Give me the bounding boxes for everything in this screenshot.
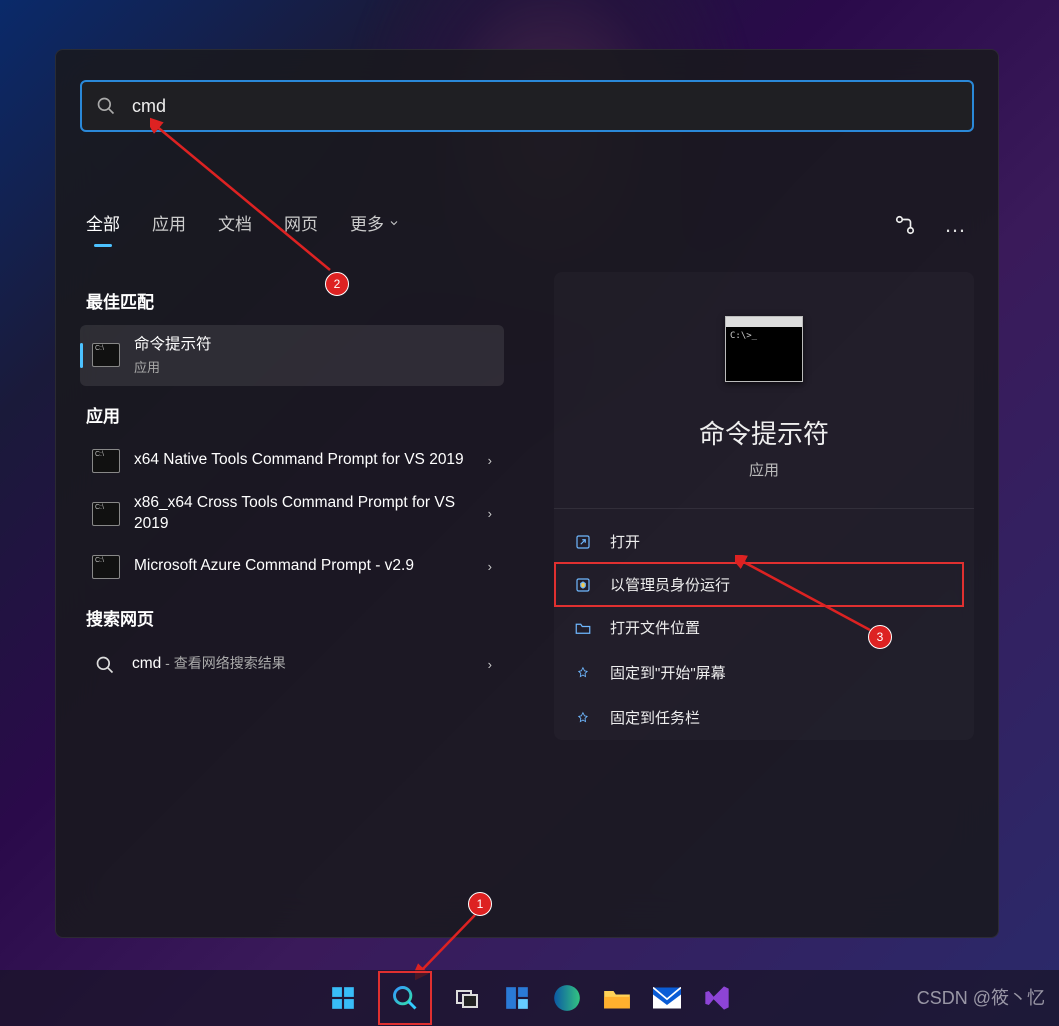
annotation-badge-2: 2 [325,272,349,296]
app-result[interactable]: Microsoft Azure Command Prompt - v2.9 › [80,545,504,589]
tab-web[interactable]: 网页 [284,210,318,235]
cmd-icon [92,555,120,579]
mail-button[interactable] [652,983,682,1013]
preview-card: 命令提示符 应用 打开 以管理员身份运行 打开文件位置 固定到"开始" [554,272,974,740]
watermark: CSDN @筱丶忆 [917,984,1045,1010]
action-pin-start[interactable]: 固定到"开始"屏幕 [554,650,974,695]
tab-docs[interactable]: 文档 [218,210,252,235]
open-icon [574,533,592,551]
preview-subtitle: 应用 [554,459,974,480]
action-label: 固定到"开始"屏幕 [610,662,726,683]
shield-icon [574,576,592,594]
cmd-large-icon [725,316,803,382]
action-pin-taskbar[interactable]: 固定到任务栏 [554,695,974,740]
search-panel: 全部 应用 文档 网页 更多 … 最佳匹配 命令提示符 应用 应用 [55,49,999,938]
chevron-right-icon: › [488,453,492,468]
search-icon [92,652,118,678]
search-box[interactable] [80,80,974,132]
action-label: 打开文件位置 [610,617,700,638]
tab-more-label: 更多 [350,210,384,235]
tab-more[interactable]: 更多 [350,210,400,235]
web-result[interactable]: cmd - 查看网络搜索结果 › [80,642,504,688]
folder-icon [574,619,592,637]
tab-all[interactable]: 全部 [86,210,120,235]
chevron-right-icon: › [488,506,492,521]
visual-studio-button[interactable] [702,983,732,1013]
best-match-result[interactable]: 命令提示符 应用 [80,325,504,386]
taskbar-search-button[interactable] [378,971,432,1025]
action-open-location[interactable]: 打开文件位置 [554,605,974,650]
search-icon [96,96,116,116]
edge-button[interactable] [552,983,582,1013]
chevron-right-icon: › [488,559,492,574]
result-title: 命令提示符 [134,335,492,356]
action-label: 打开 [610,531,640,552]
action-label: 固定到任务栏 [610,707,700,728]
result-subtitle: 应用 [134,357,492,376]
section-search-web: 搜索网页 [86,605,498,630]
annotation-badge-3: 3 [868,625,892,649]
chevron-right-icon: › [488,657,492,672]
pin-icon [574,664,592,682]
taskbar [0,970,1059,1026]
search-input[interactable] [130,95,972,118]
app-result[interactable]: x64 Native Tools Command Prompt for VS 2… [80,439,504,483]
tab-apps[interactable]: 应用 [152,210,186,235]
preview-title: 命令提示符 [554,414,974,451]
more-options-icon[interactable]: … [944,212,968,238]
action-open[interactable]: 打开 [554,519,974,564]
start-button[interactable] [328,983,358,1013]
cmd-icon [92,502,120,526]
chevron-down-icon [388,217,400,229]
filter-tabs: 全部 应用 文档 网页 更多 [86,210,400,235]
pin-icon [574,709,592,727]
section-best-match: 最佳匹配 [86,288,498,313]
section-apps: 应用 [86,402,498,427]
annotation-badge-1: 1 [468,892,492,916]
explorer-button[interactable] [602,983,632,1013]
result-title: x64 Native Tools Command Prompt for VS 2… [134,450,480,471]
task-view-button[interactable] [452,983,482,1013]
widgets-button[interactable] [502,983,532,1013]
action-label: 以管理员身份运行 [610,574,730,595]
app-result[interactable]: x86_x64 Cross Tools Command Prompt for V… [80,483,504,545]
dev-icon[interactable] [894,214,916,236]
cmd-icon [92,343,120,367]
action-run-admin[interactable]: 以管理员身份运行 [554,562,964,607]
result-title: x86_x64 Cross Tools Command Prompt for V… [134,493,480,535]
result-title: cmd - 查看网络搜索结果 [132,654,480,675]
result-title: Microsoft Azure Command Prompt - v2.9 [134,556,480,577]
cmd-icon [92,449,120,473]
